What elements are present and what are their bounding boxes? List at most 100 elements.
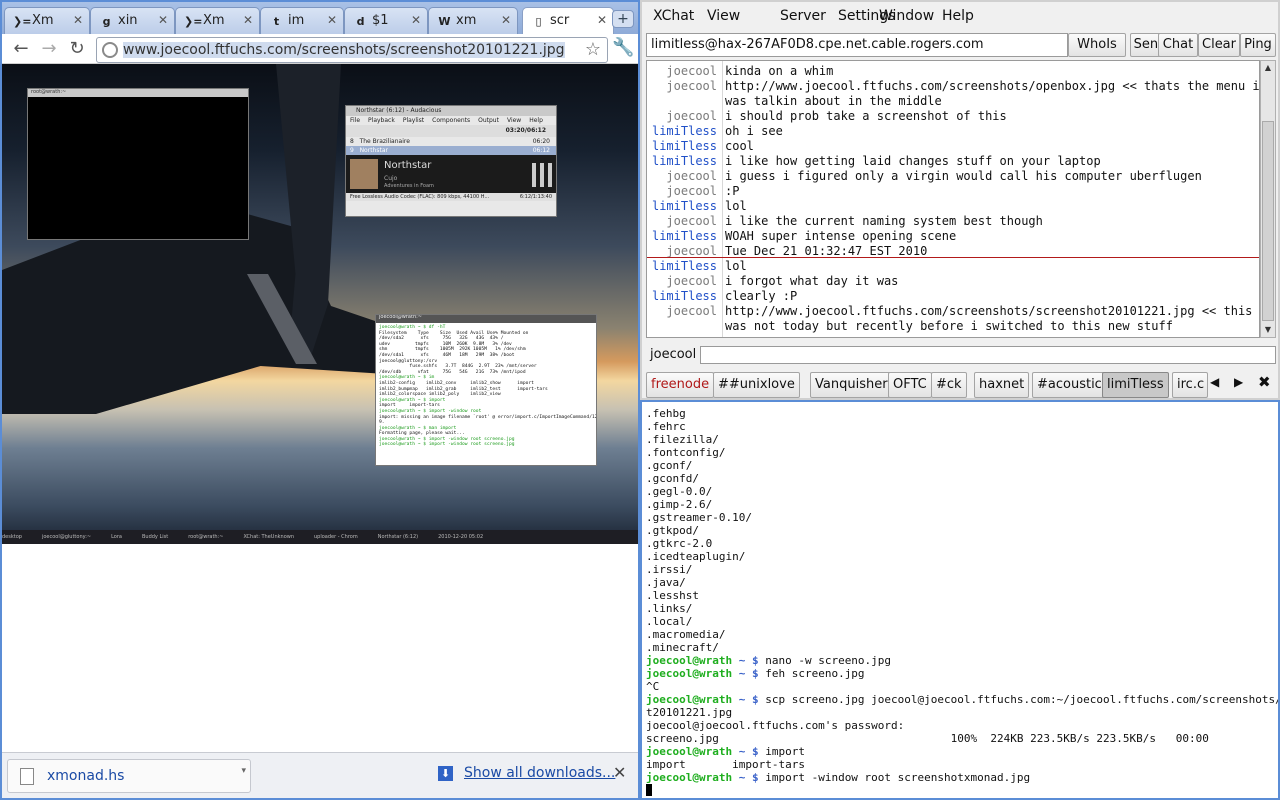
- chat-scrollbar[interactable]: ▲ ▼: [1260, 60, 1276, 338]
- close-icon[interactable]: ✕: [411, 13, 421, 27]
- menu-server[interactable]: Server: [780, 8, 826, 24]
- terminal-line: .irssi/: [646, 563, 693, 576]
- inner-menu-item: View: [506, 117, 522, 124]
- chat-line: joecool i should prob take a screenshot o…: [647, 109, 1259, 124]
- menu-help[interactable]: Help: [942, 8, 974, 24]
- inner-terminal-line: import: missing an image filename `root'…: [379, 414, 597, 420]
- browser-tab[interactable]: Wxm ✕: [428, 7, 518, 34]
- chat-nick: joecool: [666, 64, 717, 78]
- inner-root-terminal: root@wrath:~: [27, 88, 249, 240]
- channel-tab[interactable]: irc.c: [1172, 372, 1208, 398]
- chat-nick: joecool: [666, 274, 717, 288]
- show-all-downloads-link[interactable]: Show all downloads...: [464, 765, 615, 781]
- inner-joecool-terminal: joecool@wrath:~ joecool@wrath ~ $ df -hT…: [375, 314, 597, 466]
- terminal-line: .gconfd/: [646, 472, 699, 485]
- new-tab-button[interactable]: +: [612, 10, 634, 28]
- channel-tab[interactable]: Vanquisher: [810, 372, 893, 398]
- prompt-user: joecool@wrath: [646, 667, 733, 680]
- whois-button[interactable]: WhoIs: [1068, 33, 1126, 57]
- browser-tab[interactable]: d $1 ✕: [344, 7, 428, 34]
- channel-tabbar: freenode ##unixlove Vanquisher OFTC #ck haxne…: [646, 372, 1278, 398]
- terminal-line: joecool@wrath ~ $ nano -w screeno.jpg: [646, 654, 1278, 667]
- clear-button[interactable]: Clear: [1198, 33, 1240, 57]
- reload-icon[interactable]: ↻: [66, 38, 88, 60]
- total-time: 6:12/1:13:40: [519, 194, 552, 200]
- terminal-output: .fehbg .fehrc .filezilla/.fontconfig/.gcon…: [646, 407, 1278, 797]
- terminal-line: joecool@wrath ~ $ import: [646, 745, 1278, 758]
- back-icon[interactable]: ←: [10, 38, 32, 60]
- chat-nick: joecool: [666, 109, 717, 123]
- menu-view[interactable]: View: [707, 8, 740, 24]
- message-input[interactable]: [700, 346, 1276, 364]
- terminal-line: import import-tars: [646, 758, 805, 771]
- close-icon[interactable]: ✕: [597, 13, 607, 27]
- inner-toolbar: 03:20/06:12: [346, 125, 556, 137]
- chat-button[interactable]: Chat: [1158, 33, 1198, 57]
- chevron-down-icon[interactable]: ▾: [241, 766, 246, 776]
- chat-nick: limiTless: [651, 289, 717, 303]
- chat-nick: limiTless: [651, 259, 717, 273]
- site-info-icon[interactable]: [102, 42, 118, 58]
- channel-tab[interactable]: #ck: [931, 372, 967, 398]
- inner-window-title: root@wrath:~: [28, 89, 248, 97]
- terminal-line: .filezilla/: [646, 433, 719, 446]
- download-filename: xmonad.hs: [47, 768, 125, 784]
- scrollbar-thumb[interactable]: [1262, 121, 1274, 321]
- close-tab-icon[interactable]: ✖: [1258, 373, 1271, 391]
- download-item[interactable]: xmonad.hs ▾: [7, 759, 251, 793]
- ping-button[interactable]: Ping: [1240, 33, 1276, 57]
- terminal-line: .lesshst: [646, 589, 699, 602]
- command-text: nano -w screeno.jpg: [765, 654, 892, 667]
- chat-message: http://www.joecool.ftfuchs.com/screensho…: [725, 304, 1253, 318]
- chat-nick: limiTless: [651, 139, 717, 153]
- channel-tab[interactable]: ##unixlove: [713, 372, 800, 398]
- channel-tab[interactable]: freenode: [646, 372, 715, 398]
- downloads-icon: ⬇: [438, 766, 453, 781]
- topic-field[interactable]: limitless@hax-267AF0D8.cpe.net.cable.rog…: [646, 33, 1068, 57]
- browser-tab[interactable]: ▯ scr ✕: [522, 7, 614, 35]
- nick-button[interactable]: joecool: [650, 347, 696, 362]
- close-icon[interactable]: ✕: [327, 13, 337, 27]
- address-bar[interactable]: www.joecool.ftfuchs.com/screenshots/scre…: [96, 37, 608, 63]
- browser-tab[interactable]: t im ✕: [260, 7, 344, 34]
- row-num: 9: [350, 147, 354, 154]
- chat-line: limiTless cool: [647, 139, 1259, 154]
- browser-tab[interactable]: ❯= Xm ✕: [175, 7, 260, 34]
- terminal-line: .gtkpod/: [646, 524, 699, 537]
- tab-right-arrow-icon[interactable]: ▶: [1234, 375, 1243, 389]
- chat-message: oh i see: [725, 124, 783, 138]
- channel-tab[interactable]: haxnet: [974, 372, 1030, 398]
- channel-tab[interactable]: limiTless: [1102, 372, 1169, 398]
- close-icon[interactable]: ✕: [243, 13, 253, 27]
- terminal-window[interactable]: .fehbg .fehrc .filezilla/.fontconfig/.gcon…: [640, 400, 1280, 800]
- close-icon[interactable]: ✕: [73, 13, 83, 27]
- scroll-up-icon[interactable]: ▲: [1261, 61, 1275, 75]
- chat-nick: joecool: [666, 184, 717, 198]
- channel-tab[interactable]: OFTC: [888, 372, 932, 398]
- browser-tab[interactable]: g xin ✕: [90, 7, 175, 34]
- now-playing: Northstar Cujo Adventures in Foam: [346, 155, 556, 193]
- terminal-line: .macromedia/: [646, 628, 726, 641]
- inner-terminal-output: joecool@wrath ~ $ df -hT Filesystem Type …: [376, 323, 596, 450]
- close-icon[interactable]: ✕: [501, 13, 511, 27]
- close-icon[interactable]: ✕: [158, 13, 168, 27]
- wrench-menu-icon[interactable]: 🔧: [612, 37, 634, 58]
- menu-window[interactable]: Window: [879, 8, 934, 24]
- prompt-dir: ~ $: [732, 745, 766, 758]
- browser-tab[interactable]: ❯= Xm ✕: [4, 7, 90, 34]
- menu-xchat[interactable]: XChat: [653, 8, 694, 24]
- channel-tab[interactable]: #acoustic: [1032, 372, 1107, 398]
- chat-message: :P: [725, 184, 740, 198]
- chat-nick: joecool: [666, 214, 717, 228]
- inner-taskbar-item: root@wrath:~: [188, 534, 224, 540]
- close-downloads-icon[interactable]: ✕: [613, 763, 626, 782]
- terminal-line: joecool@wrath ~ $ scp screeno.jpg joecoo…: [646, 693, 1278, 706]
- bookmark-star-icon[interactable]: ☆: [585, 39, 601, 60]
- command-text: feh screeno.jpg: [765, 667, 865, 680]
- scroll-down-icon[interactable]: ▼: [1261, 323, 1275, 337]
- chat-line: joecool http://www.joecool.ftfuchs.com/sc…: [647, 304, 1259, 319]
- now-playing-album: Adventures in Foam: [384, 183, 434, 189]
- chat-message: clearly :P: [725, 289, 798, 303]
- forward-icon[interactable]: →: [38, 38, 60, 60]
- tab-left-arrow-icon[interactable]: ◀: [1210, 375, 1219, 389]
